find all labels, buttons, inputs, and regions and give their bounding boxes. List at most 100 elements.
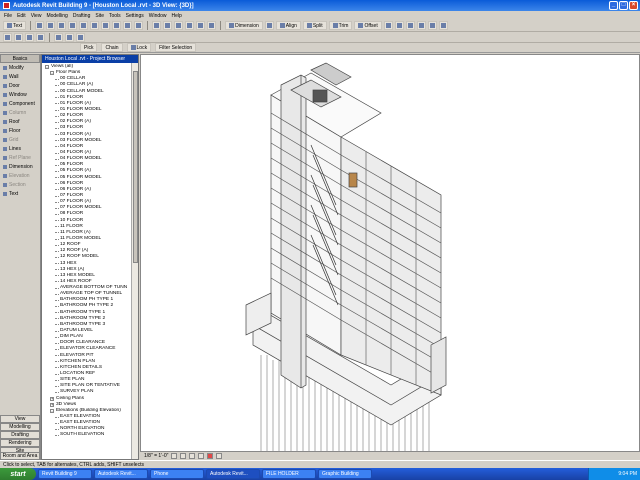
browser-scrollbar[interactable]: [131, 63, 138, 459]
lock-button[interactable]: Lock: [126, 43, 152, 52]
design-bar-item[interactable]: Column: [0, 108, 40, 117]
design-tab-rendering[interactable]: Rendering: [0, 439, 40, 447]
match-button[interactable]: [427, 21, 437, 30]
delete-button[interactable]: [25, 32, 34, 42]
mirror-button[interactable]: [264, 21, 274, 30]
menu-window[interactable]: Window: [149, 13, 167, 19]
taskbar-item[interactable]: Revit Building 9: [38, 469, 92, 479]
design-bar-item[interactable]: Lines: [0, 144, 40, 153]
design-tab-view[interactable]: View: [0, 415, 40, 423]
shadows-button[interactable]: [189, 453, 196, 459]
temporary-hide-button[interactable]: [216, 453, 223, 459]
design-bar-item[interactable]: Wall: [0, 72, 40, 81]
design-tab-drafting[interactable]: Drafting: [0, 431, 40, 439]
crop-view-button[interactable]: [198, 453, 205, 459]
taskbar-item-active[interactable]: Autodesk Revit...: [206, 469, 260, 479]
offset-button[interactable]: Offset: [354, 21, 382, 30]
menu-drafting[interactable]: Drafting: [73, 13, 91, 19]
align-button[interactable]: Align: [275, 21, 301, 30]
menu-edit[interactable]: Edit: [17, 13, 26, 19]
expand-icon[interactable]: +: [50, 402, 54, 407]
dimension-button[interactable]: Dimension: [225, 21, 263, 30]
menu-modelling[interactable]: Modelling: [46, 13, 67, 19]
split-button[interactable]: Split: [302, 21, 327, 30]
collapse-icon[interactable]: -: [50, 408, 54, 413]
taskbar-item[interactable]: Graphic Building: [318, 469, 372, 479]
model-graphics-style-button[interactable]: [180, 453, 187, 459]
elevation-button[interactable]: [207, 21, 217, 30]
print-button[interactable]: [68, 21, 78, 30]
rotate-button[interactable]: [14, 32, 23, 42]
redo-button[interactable]: [123, 21, 133, 30]
design-bar-item[interactable]: Text: [0, 189, 40, 198]
filter-selection-checkbox[interactable]: Filter Selection: [155, 43, 197, 52]
view-scale[interactable]: 1/8" = 1'-0": [144, 453, 168, 459]
menu-settings[interactable]: Settings: [126, 13, 144, 19]
design-bar-item[interactable]: Window: [0, 90, 40, 99]
taskbar-item[interactable]: FILE HOLDER: [262, 469, 316, 479]
design-bar-header[interactable]: Basics: [0, 54, 40, 63]
menu-help[interactable]: Help: [172, 13, 182, 19]
tree-item[interactable]: SOUTH ELEVATION: [42, 432, 133, 438]
3d-viewport[interactable]: [140, 54, 640, 452]
design-tab-modelling[interactable]: Modelling: [0, 423, 40, 431]
ungroup-button[interactable]: [394, 21, 404, 30]
open-button[interactable]: [46, 21, 56, 30]
taskbar-item[interactable]: Autodesk Revit...: [94, 469, 148, 479]
properties-button[interactable]: [36, 32, 45, 42]
3d-view-button[interactable]: [185, 21, 195, 30]
undo-button[interactable]: [112, 21, 122, 30]
design-bar-item[interactable]: Modify: [0, 63, 40, 72]
design-bar-item[interactable]: Elevation: [0, 171, 40, 180]
expand-icon[interactable]: +: [50, 396, 54, 401]
isolate-button[interactable]: [76, 32, 85, 42]
taskbar-item[interactable]: Phone: [150, 469, 204, 479]
menu-site[interactable]: Site: [95, 13, 104, 19]
collapse-icon[interactable]: -: [50, 71, 54, 76]
tree-connector: [55, 422, 59, 424]
array-button[interactable]: [405, 21, 415, 30]
paint-button[interactable]: [438, 21, 448, 30]
menu-view[interactable]: View: [31, 13, 42, 19]
design-bar-item[interactable]: Section: [0, 180, 40, 189]
design-bar-item[interactable]: Ref Plane: [0, 153, 40, 162]
chain-button[interactable]: Chain: [101, 43, 123, 52]
zoom-button[interactable]: [163, 21, 173, 30]
copy-button[interactable]: [90, 21, 100, 30]
scrollbar-thumb[interactable]: [133, 71, 138, 263]
design-bar-item[interactable]: Door: [0, 81, 40, 90]
menu-file[interactable]: File: [4, 13, 12, 19]
show-crop-region-button[interactable]: [207, 453, 214, 459]
tree-connector: [55, 330, 59, 332]
design-bar-item[interactable]: Dimension: [0, 162, 40, 171]
minimize-button[interactable]: _: [609, 1, 618, 10]
trim-button[interactable]: Trim: [328, 21, 353, 30]
thin-lines-button[interactable]: [152, 21, 162, 30]
section-button[interactable]: [196, 21, 206, 30]
start-button[interactable]: start: [0, 468, 36, 480]
design-bar-item[interactable]: Component: [0, 99, 40, 108]
pick-button[interactable]: Pick: [80, 43, 98, 52]
scale-button[interactable]: [416, 21, 426, 30]
paste-button[interactable]: [101, 21, 111, 30]
cut-button[interactable]: [79, 21, 89, 30]
menu-tools[interactable]: Tools: [109, 13, 121, 19]
design-bar-item[interactable]: Grid: [0, 135, 40, 144]
save-button[interactable]: [57, 21, 67, 30]
dynamic-view-button[interactable]: [174, 21, 184, 30]
visibility-button[interactable]: [54, 32, 63, 42]
group-button[interactable]: [383, 21, 393, 30]
detail-level-button[interactable]: [171, 453, 178, 459]
design-bar-item[interactable]: Roof: [0, 117, 40, 126]
maximize-button[interactable]: □: [619, 1, 628, 10]
text-tool-button[interactable]: Text: [3, 21, 27, 30]
measure-button[interactable]: [134, 21, 144, 30]
move-button[interactable]: [3, 32, 12, 42]
design-tab-room-and-area[interactable]: Room and Area: [0, 452, 40, 460]
design-bar-item-label: Door: [9, 82, 20, 89]
new-button[interactable]: [35, 21, 45, 30]
design-bar-item[interactable]: Floor: [0, 126, 40, 135]
close-button[interactable]: ×: [629, 1, 638, 10]
hide-button[interactable]: [65, 32, 74, 42]
collapse-icon[interactable]: -: [45, 65, 49, 70]
